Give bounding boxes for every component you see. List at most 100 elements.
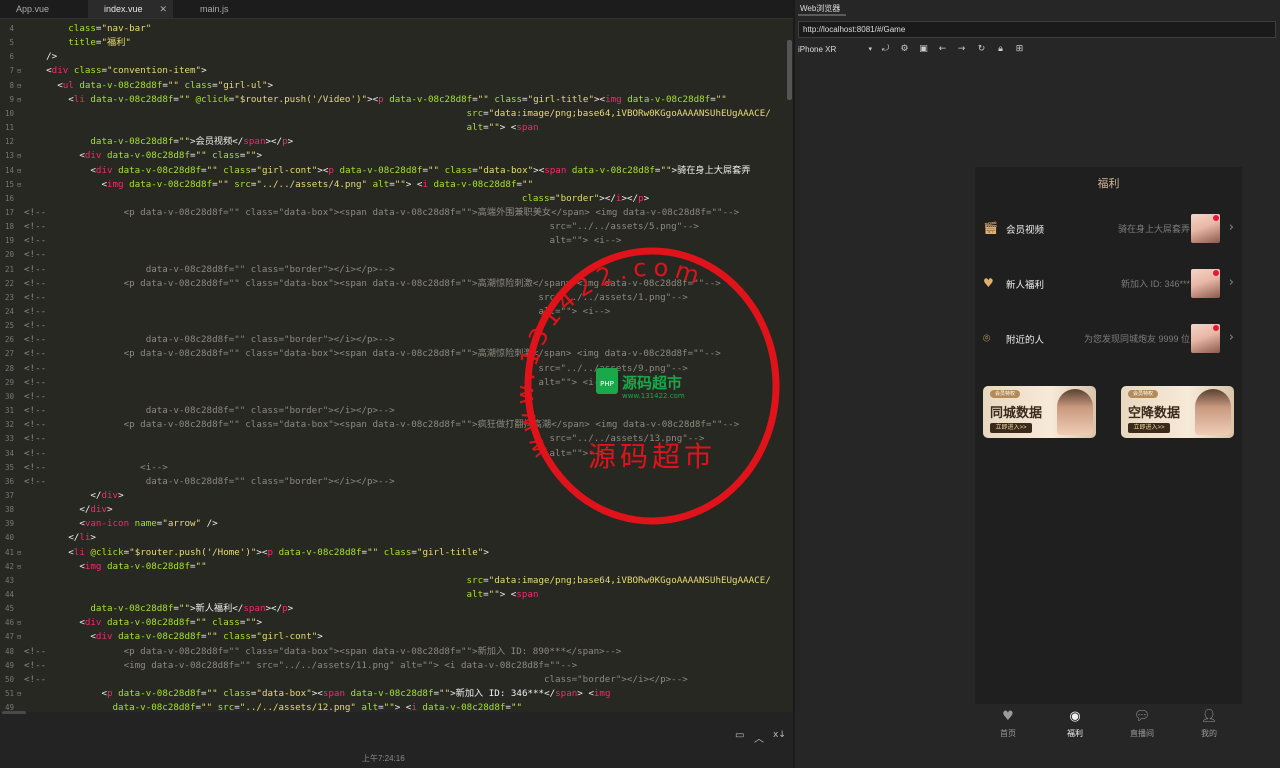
code-line[interactable]: 40 </li> — [0, 531, 793, 545]
code-line[interactable]: 50 <!-- class="border"></i></p>--> — [0, 673, 793, 687]
code-line[interactable]: 6 /> — [0, 50, 793, 64]
banner-enter-button[interactable]: 立即进入>> — [990, 423, 1032, 433]
code-line[interactable]: 49 <!-- <img data-v-08c28d8f="" src="../.… — [0, 659, 793, 673]
editor-vertical-scrollbar[interactable] — [787, 40, 792, 100]
lock-icon[interactable]: 🔒︎ — [994, 43, 1007, 56]
tab-live-room[interactable]: 💬︎ 直播间 — [1109, 704, 1175, 746]
code-text: </div> — [24, 503, 112, 517]
folder-icon[interactable]: ▭ — [735, 730, 744, 741]
code-token: data-v-08c28d8f — [24, 603, 174, 615]
code-token: ul — [62, 79, 74, 91]
code-line[interactable]: 8 ⊟ <ul data-v-08c28d8f="" class="girl-ul… — [0, 79, 793, 93]
code-line[interactable]: 45 data-v-08c28d8f="">新人福利</span></p> — [0, 602, 793, 616]
code-text: <!-- src="../../assets/5.png"--> — [24, 220, 699, 234]
code-token: ></ — [599, 192, 616, 204]
screenshot-icon[interactable]: ▣ — [917, 43, 930, 56]
fold-toggle-icon[interactable]: ⊟ — [17, 93, 21, 107]
close-icon[interactable]: x↓ — [773, 730, 786, 740]
code-token: data-v-08c28d8f — [112, 164, 202, 176]
settings-icon[interactable]: ⚙ — [898, 43, 911, 56]
fold-toggle-icon[interactable]: ⊟ — [17, 64, 21, 78]
code-line[interactable]: 46 ⊟ <div data-v-08c28d8f="" class=""> — [0, 616, 793, 630]
fold-toggle-icon[interactable]: ⊟ — [17, 630, 21, 644]
tab-label: main.js — [200, 4, 229, 14]
code-line[interactable]: 12 data-v-08c28d8f="">会员视频</span></p> — [0, 135, 793, 149]
fold-toggle-icon[interactable]: ⊟ — [17, 560, 21, 574]
avatar — [1191, 324, 1220, 353]
code-line[interactable]: 43 src="data:image/png;base64,iVBORw0KGg… — [0, 574, 793, 588]
code-line[interactable]: 44 alt=""> <span — [0, 588, 793, 602]
code-line[interactable]: 11 alt=""> <span — [0, 121, 793, 135]
code-line[interactable]: 42 ⊟ <img data-v-08c28d8f="" — [0, 560, 793, 574]
chevron-right-icon: › — [1228, 275, 1234, 290]
tab-label: 直播间 — [1130, 729, 1154, 738]
code-token: name — [129, 518, 157, 530]
code-line[interactable]: 5 title="福利" — [0, 36, 793, 50]
code-line[interactable]: 15 ⊟ <img data-v-08c28d8f="" src="../../a… — [0, 178, 793, 192]
grid-icon[interactable]: ⊞ — [1013, 43, 1026, 56]
line-number: 21 — [4, 264, 14, 274]
close-icon[interactable]: ✕ — [159, 0, 167, 18]
code-token: > — [643, 192, 650, 204]
tab-home[interactable]: ♥ 首页 — [975, 704, 1041, 746]
tab-welfare[interactable]: ◉ 福利 — [1042, 704, 1108, 746]
code-token: data-v-08c28d8f — [123, 178, 213, 190]
code-line[interactable]: 18 <!-- src="../../assets/5.png"--> — [0, 220, 793, 234]
code-token: >新加入 ID: 346***</ — [450, 688, 556, 700]
fold-toggle-icon[interactable]: ⊟ — [17, 79, 21, 93]
back-icon[interactable]: ← — [936, 43, 949, 56]
browser-title[interactable]: Web浏览器 — [800, 3, 840, 14]
rotate-icon[interactable]: ⤾ — [879, 43, 892, 56]
code-token: "data:image/png;base64,iVBORw0KGgoAAAANS… — [488, 574, 771, 586]
list-item-nearby-people[interactable]: ⌾ 附近的人 为您发现同城炮友 9999 位 › — [975, 318, 1242, 360]
code-token: class — [206, 617, 240, 629]
chevron-up-icon[interactable]: ︿ — [754, 730, 764, 745]
list-item-newcomer-benefit[interactable]: ♥ 新人福利 新加入 ID: 346*** › — [975, 263, 1242, 305]
fold-toggle-icon[interactable]: ⊟ — [17, 164, 21, 178]
code-line[interactable]: 41 ⊟ <li @click="$router.push('/Home')"><… — [0, 546, 793, 560]
code-token: > < — [405, 178, 423, 190]
chevron-right-icon: › — [1228, 220, 1234, 235]
code-token: < — [24, 688, 107, 700]
code-line[interactable]: 4 class="nav-bar" — [0, 22, 793, 36]
device-select[interactable]: iPhone XR ▾ — [798, 43, 872, 56]
code-line[interactable]: 17 <!-- <p data-v-08c28d8f="" class="data… — [0, 206, 793, 220]
code-line[interactable]: 14 ⊟ <div data-v-08c28d8f="" class="girl-… — [0, 164, 793, 178]
list-item-member-video[interactable]: 🎬︎ 会员视频 骑在身上大屌套弄 › — [975, 208, 1242, 250]
code-text: <img data-v-08c28d8f="" — [24, 560, 206, 574]
code-token: < — [24, 631, 96, 643]
code-line[interactable]: 13 ⊟ <div data-v-08c28d8f="" class=""> — [0, 149, 793, 163]
code-line[interactable]: 9 ⊟ <li data-v-08c28d8f="" @click="$route… — [0, 93, 793, 107]
fold-toggle-icon[interactable]: ⊟ — [17, 546, 21, 560]
code-line[interactable]: 48 <!-- <p data-v-08c28d8f="" class="data… — [0, 645, 793, 659]
line-number: 46 — [4, 618, 14, 628]
banner-city-data[interactable]: 会员特权 同城数据 立即进入>> — [983, 386, 1096, 438]
fold-toggle-icon[interactable]: ⊟ — [17, 687, 21, 701]
tab-app-vue[interactable]: App.vue — [0, 0, 90, 18]
code-token: < — [24, 617, 85, 629]
line-number: 28 — [4, 363, 14, 373]
code-token: src — [212, 702, 235, 712]
code-line[interactable]: 7 ⊟ <div class="convention-item"> — [0, 64, 793, 78]
code-line[interactable]: 51 ⊟ <p data-v-08c28d8f="" class="data-bo… — [0, 687, 793, 701]
code-line[interactable]: 47 ⊟ <div data-v-08c28d8f="" class="girl-… — [0, 630, 793, 644]
forward-icon[interactable]: → — [955, 43, 968, 56]
fold-toggle-icon[interactable]: ⊟ — [17, 178, 21, 192]
tab-index-vue[interactable]: index.vue ✕ — [88, 0, 173, 18]
refresh-icon[interactable]: ↻ — [975, 43, 988, 56]
code-line[interactable]: 10 src="data:image/png;base64,iVBORw0KGg… — [0, 107, 793, 121]
code-line[interactable]: 16 class="border"></i></p> — [0, 192, 793, 206]
line-number: 39 — [4, 519, 14, 529]
code-token: data-v-08c28d8f — [101, 150, 190, 162]
url-bar[interactable]: http://localhost:8081/#/Game — [798, 21, 1276, 38]
code-text: <!-- class="border"></i></p>--> — [24, 673, 688, 687]
code-token: > — [287, 603, 294, 615]
tab-mine[interactable]: 👤︎ 我的 — [1176, 704, 1242, 746]
code-line[interactable]: 49 data-v-08c28d8f="" src="../../assets/… — [0, 701, 793, 712]
code-token: class — [439, 164, 473, 176]
tab-main-js[interactable]: main.js — [184, 0, 274, 18]
fold-toggle-icon[interactable]: ⊟ — [17, 149, 21, 163]
fold-toggle-icon[interactable]: ⊟ — [17, 616, 21, 630]
banner-airdrop-data[interactable]: 会员特权 空降数据 立即进入>> — [1121, 386, 1234, 438]
banner-enter-button[interactable]: 立即进入>> — [1128, 423, 1170, 433]
